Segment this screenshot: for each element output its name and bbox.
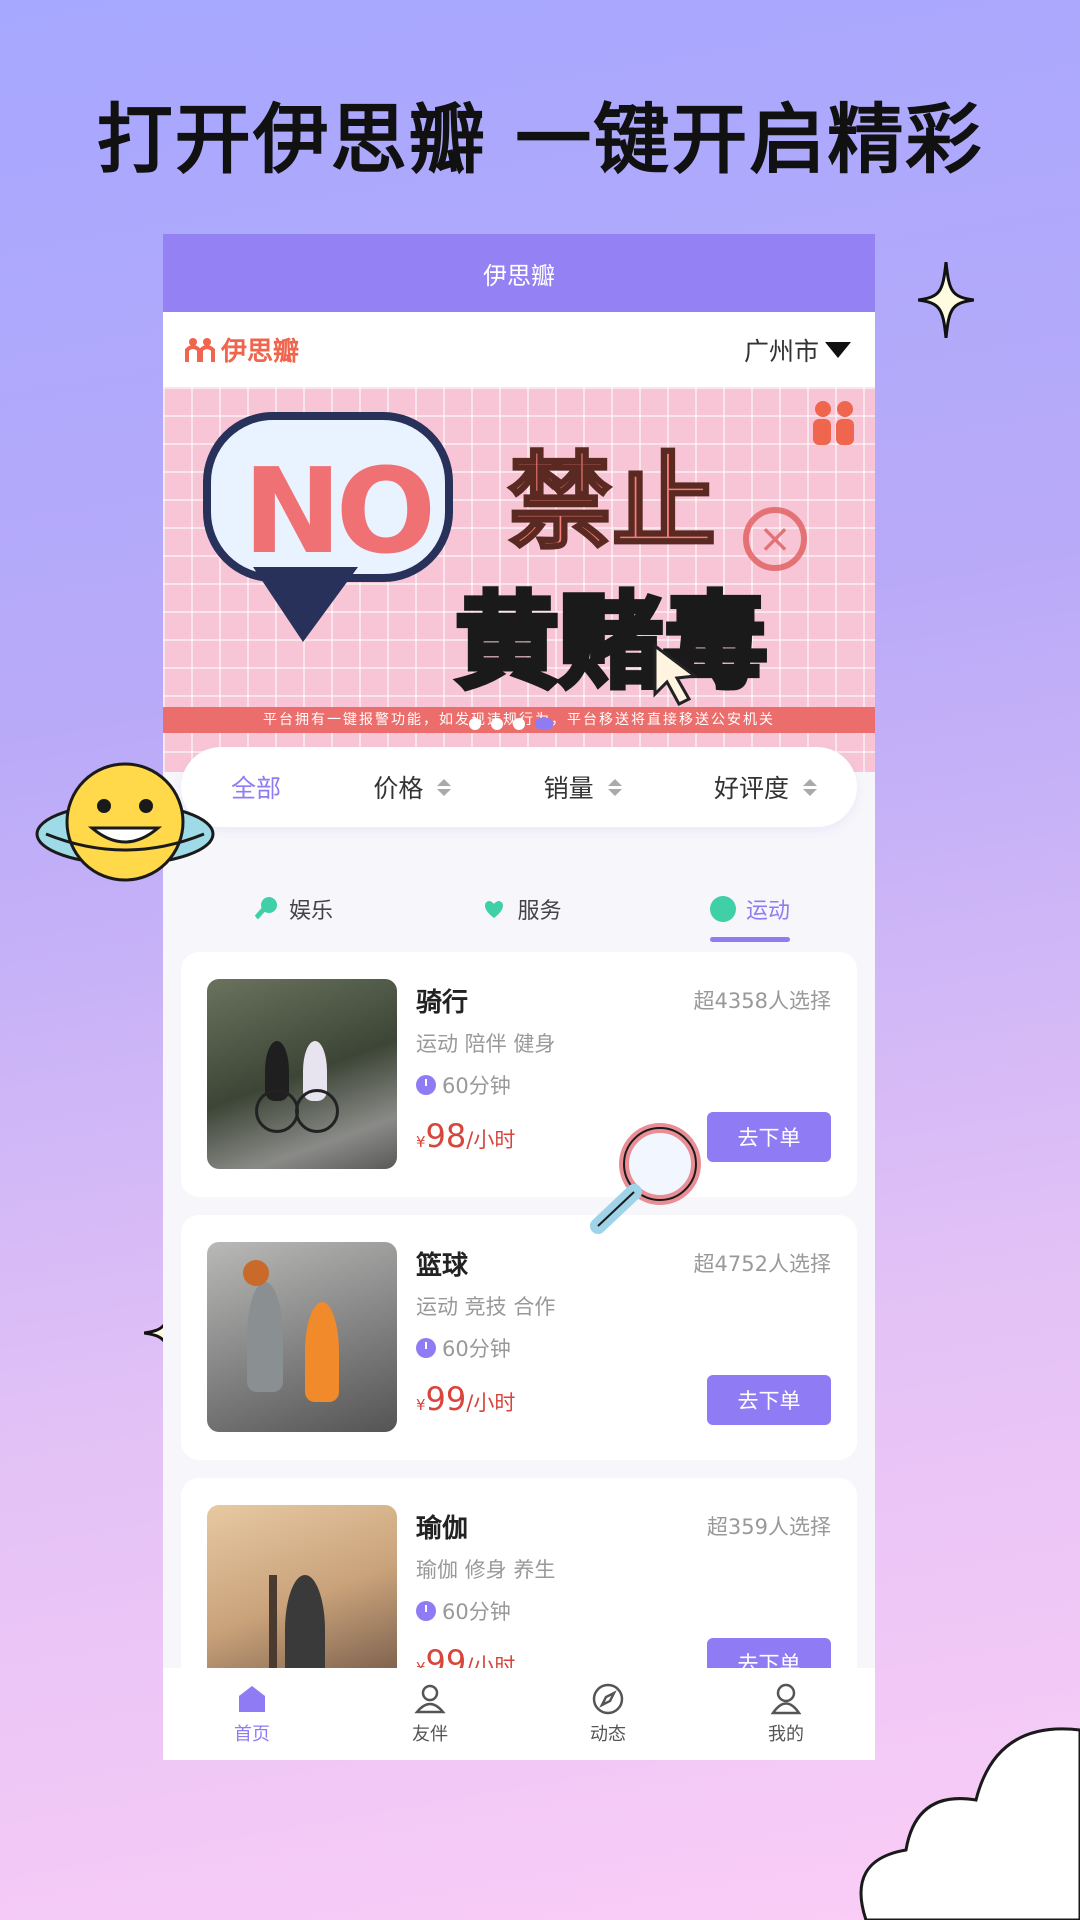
carousel-dot[interactable] [513, 718, 525, 730]
compass-icon [592, 1683, 624, 1715]
sort-price-label: 价格 [373, 774, 424, 803]
heart-hand-icon [485, 901, 504, 918]
banner-line2: 黄赌毒 [452, 579, 769, 706]
order-button[interactable]: 去下单 [707, 1112, 831, 1162]
price-unit: /小时 [466, 1128, 516, 1152]
service-title: 篮球 [416, 1251, 469, 1281]
tab-feed-label: 动态 [590, 1724, 626, 1745]
sort-bar: 全部 价格 销量 好评度 [181, 747, 857, 827]
service-popularity: 超4752人选择 [693, 1252, 831, 1276]
tab-home[interactable]: 首页 [202, 1682, 302, 1746]
service-popularity: 超359人选择 [706, 1515, 831, 1539]
city-selector[interactable]: 广州市 [744, 332, 851, 368]
tab-companion[interactable]: 友伴 [380, 1682, 480, 1746]
tab-entertainment-label: 娱乐 [289, 899, 334, 924]
tab-service[interactable]: 服务 [481, 884, 562, 934]
city-label: 广州市 [743, 336, 819, 366]
banner-logo-icon [813, 401, 854, 445]
logo-text: 伊思瓣 [221, 337, 300, 367]
caret-down-icon [825, 341, 851, 358]
service-duration: 60分钟 [416, 1070, 511, 1100]
tab-profile-label: 我的 [768, 1724, 804, 1745]
carousel-dot[interactable] [491, 718, 503, 730]
service-card[interactable]: 骑行 超4358人选择 运动 陪伴 健身 60分钟 ¥ 98 /小时 去下单 [181, 952, 857, 1197]
profile-icon [770, 1683, 802, 1715]
price-value: 99 [425, 1380, 467, 1418]
service-tags: 运动 陪伴 健身 [416, 1032, 556, 1056]
carousel-dots [469, 718, 553, 730]
sort-all[interactable]: 全部 [231, 769, 281, 805]
basketball-photo [207, 1242, 397, 1432]
banner-no-text: NO [243, 442, 436, 580]
sort-arrows-icon [803, 778, 817, 796]
clock-icon [416, 1075, 436, 1095]
price-value: 98 [425, 1117, 467, 1155]
service-title: 瑜伽 [416, 1514, 469, 1544]
service-card[interactable]: 篮球 超4752人选择 运动 竞技 合作 60分钟 ¥ 99 /小时 去下单 [181, 1215, 857, 1460]
duration-text: 60分钟 [442, 1600, 511, 1624]
service-popularity: 超4358人选择 [693, 989, 831, 1013]
ball-icon [709, 896, 736, 922]
promo-headline: 打开伊思瓣 一键开启精彩 [96, 95, 984, 184]
service-duration: 60分钟 [416, 1333, 511, 1363]
tab-companion-label: 友伴 [412, 1724, 448, 1745]
people-logo-icon [185, 337, 215, 362]
sort-rating-label: 好评度 [713, 774, 789, 803]
magnifier-icon [590, 1123, 701, 1234]
order-button[interactable]: 去下单 [707, 1375, 831, 1425]
sort-arrows-icon [437, 778, 452, 796]
cloud-icon [859, 1727, 1080, 1920]
tab-sports[interactable]: 运动 [709, 884, 790, 942]
carousel-dot[interactable] [469, 718, 481, 730]
service-duration: 60分钟 [416, 1596, 511, 1626]
currency-symbol: ¥ [416, 1133, 426, 1151]
microphone-icon [253, 897, 277, 921]
smiley-planet-icon [35, 762, 215, 882]
cursor-icon [653, 643, 699, 706]
clock-icon [416, 1338, 436, 1358]
home-icon [239, 1686, 265, 1712]
banner-carousel[interactable]: NO 禁止 × 黄赌毒 平台拥有一键报警功能，如发现违规行为，平台移送将直接移送… [163, 387, 875, 772]
sparkle-icon [918, 262, 974, 338]
service-list: 骑行 超4358人选择 运动 陪伴 健身 60分钟 ¥ 98 /小时 去下单 篮… [181, 952, 857, 1741]
tab-feed[interactable]: 动态 [558, 1682, 658, 1746]
sort-arrows-icon [607, 778, 622, 796]
service-tags: 瑜伽 修身 养生 [416, 1558, 556, 1582]
sort-all-label: 全部 [231, 774, 282, 803]
app-logo: 伊思瓣 [185, 331, 299, 368]
tab-entertainment[interactable]: 娱乐 [253, 884, 333, 934]
service-price: ¥ 98 /小时 [416, 1117, 515, 1155]
clock-icon [416, 1601, 436, 1621]
bottom-tab-bar: 首页 友伴 动态 我的 [163, 1668, 875, 1760]
service-tags: 运动 竞技 合作 [416, 1295, 556, 1319]
window-title: 伊思瓣 [163, 234, 875, 312]
cycling-photo [207, 979, 397, 1169]
tab-service-label: 服务 [517, 899, 562, 924]
price-unit: /小时 [466, 1391, 516, 1415]
service-title: 骑行 [416, 988, 469, 1018]
duration-text: 60分钟 [442, 1074, 511, 1098]
companion-icon [414, 1684, 446, 1714]
phone-screen: 伊思瓣 伊思瓣 广州市 NO 禁止 × 黄赌毒 平台拥有一键报警功能，如发现 [163, 234, 875, 1760]
service-price: ¥ 99 /小时 [416, 1380, 515, 1418]
duration-text: 60分钟 [442, 1337, 511, 1361]
sort-sales[interactable]: 销量 [544, 769, 622, 805]
sort-rating[interactable]: 好评度 [714, 769, 817, 805]
sort-sales-label: 销量 [543, 774, 594, 803]
carousel-dot-active[interactable] [535, 718, 553, 730]
banner-line1: 禁止 [506, 440, 717, 565]
tab-sports-label: 运动 [745, 899, 790, 924]
sort-price[interactable]: 价格 [373, 769, 452, 805]
top-bar: 伊思瓣 广州市 [163, 312, 875, 387]
currency-symbol: ¥ [416, 1396, 426, 1414]
yoga-photo [207, 1505, 397, 1695]
tab-home-label: 首页 [234, 1724, 270, 1745]
